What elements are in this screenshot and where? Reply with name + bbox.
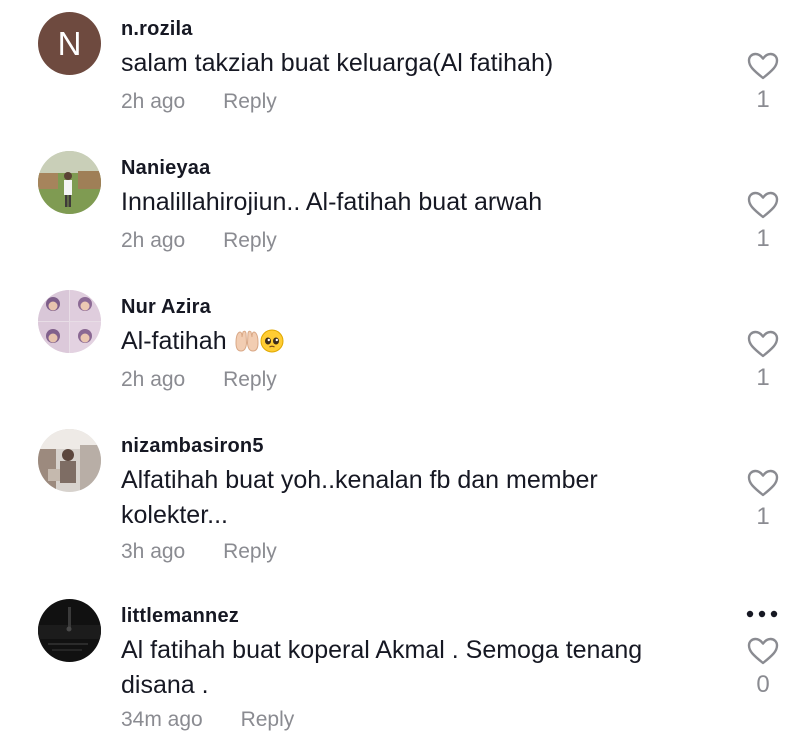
comment-username[interactable]: n.rozila [121,18,193,41]
comment-time: 2h ago [121,90,186,113]
heart-outline-icon[interactable] [747,637,779,665]
comment-item: Nanieyaa Innalillahirojiun.. Al-fatihah … [0,139,800,279]
heart-outline-icon[interactable] [747,469,779,497]
comment-meta: 34m ago Reply [121,708,294,732]
pleading-face-emoji [260,328,284,363]
avatar[interactable] [38,290,101,353]
reply-button[interactable]: Reply [223,229,277,253]
comment-text: salam takziah buat keluarga(Al fatihah) [121,49,554,77]
comment-meta: 3h ago Reply [121,540,277,564]
reply-button[interactable]: Reply [223,90,277,114]
like-count: 1 [756,86,770,113]
like-button[interactable]: 1 [746,330,780,392]
comment-text: Al fatihah buat koperal Akmal . Semoga t… [121,636,643,699]
avatar[interactable] [38,429,101,492]
comment-meta: 2h ago Reply [121,90,277,114]
comment-username[interactable]: Nanieyaa [121,157,210,180]
heart-outline-icon[interactable] [747,330,779,358]
comment-text: Innalillahirojiun.. Al-fatihah buat arwa… [121,188,543,216]
like-count: 0 [756,671,770,698]
reply-button[interactable]: Reply [223,368,277,392]
comment-username[interactable]: Nur Azira [121,296,211,319]
comment-text-content: Al-fatihah [121,327,234,355]
reply-button[interactable]: Reply [241,708,295,732]
avatar[interactable] [38,151,101,214]
comment-username[interactable]: nizambasiron5 [121,435,264,458]
heart-outline-icon[interactable] [747,52,779,80]
heart-outline-icon[interactable] [747,191,779,219]
avatar[interactable]: N [38,12,101,75]
comment-text: Al-fatihah [121,324,711,363]
comment-item: littlemannez Al fatihah buat koperal Akm… [0,587,800,740]
like-count: 1 [756,503,770,530]
like-button[interactable]: 1 [746,52,780,114]
like-count: 1 [756,364,770,391]
comment-item: Nur Azira Al-fatihah 2h ago Reply 1 [0,278,800,418]
comment-time: 3h ago [121,540,186,563]
comment-time: 2h ago [121,229,186,252]
comment-item: N n.rozila salam takziah buat keluarga(A… [0,0,800,140]
like-button[interactable]: 1 [746,469,780,531]
avatar-letter: N [57,24,82,62]
like-button[interactable]: 0 [746,637,780,699]
more-horizontal-icon[interactable] [744,608,780,620]
comment-text: Alfatihah buat yoh..kenalan fb dan membe… [121,466,598,529]
like-button[interactable]: 1 [746,191,780,253]
comment-time: 34m ago [121,708,203,731]
like-count: 1 [756,225,770,252]
avatar[interactable] [38,599,101,662]
comment-meta: 2h ago Reply [121,229,277,253]
comment-username[interactable]: littlemannez [121,605,239,628]
palms-up-together-emoji [234,328,260,363]
reply-button[interactable]: Reply [223,540,277,564]
comment-time: 2h ago [121,368,186,391]
comment-item: nizambasiron5 Alfatihah buat yoh..kenala… [0,417,800,592]
comment-meta: 2h ago Reply [121,368,277,392]
